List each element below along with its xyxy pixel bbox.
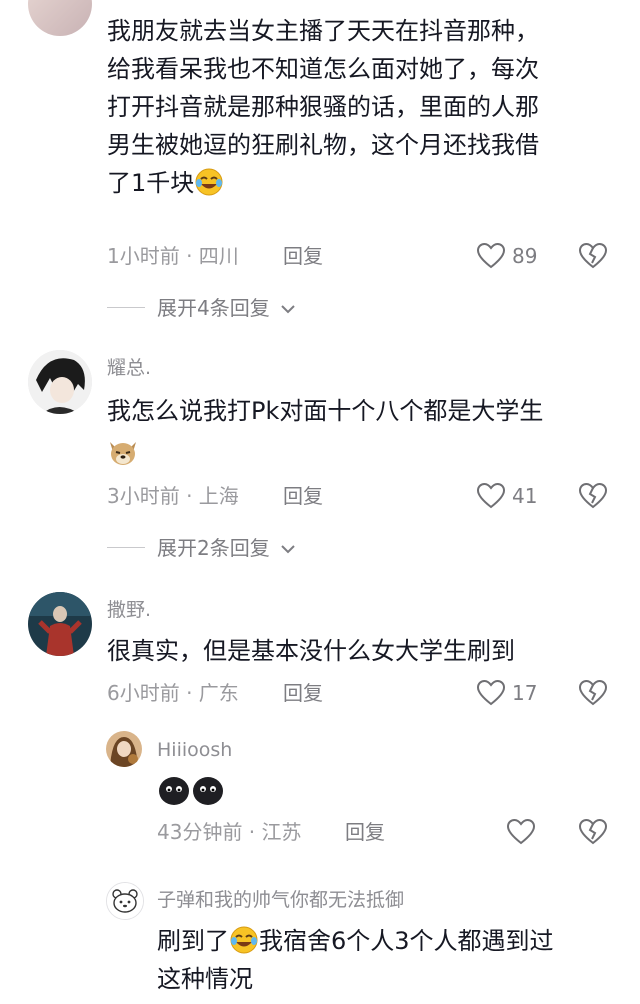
avatar-image: [106, 731, 142, 767]
reply-username[interactable]: 子弹和我的帅气你都无法抵御: [157, 888, 404, 912]
like-count: 89: [512, 244, 538, 268]
dislike-icon[interactable]: [578, 678, 608, 708]
expand-replies-button[interactable]: 展开2条回复: [157, 535, 296, 561]
reply-button[interactable]: 回复: [283, 243, 323, 269]
comment-username[interactable]: 撒野.: [107, 598, 151, 622]
divider-line: [107, 307, 145, 308]
dog-emoji-icon: [107, 436, 139, 468]
comment-line: 我朋友就去当女主播了天天在抖音那种，: [107, 17, 539, 45]
avatar-image: [28, 592, 92, 656]
avatar[interactable]: [106, 882, 144, 920]
reply-meta: 43分钟前 · 江苏: [157, 820, 302, 844]
comment-meta: 3小时前 · 上海: [107, 484, 239, 508]
chevron-down-icon: [281, 545, 295, 554]
chevron-down-icon: [281, 305, 295, 314]
heart-icon: [476, 482, 506, 509]
avatar-image: [28, 350, 92, 414]
reply-button[interactable]: 回复: [283, 483, 323, 509]
heart-icon[interactable]: [506, 817, 536, 847]
reply-line: 刷到了 我宿舍6个人3个人都遇到过: [157, 922, 627, 960]
comment-meta: 6小时前 · 广东: [107, 681, 239, 705]
reply-button[interactable]: 回复: [283, 680, 323, 706]
reply-text: 刷到了 我宿舍6个人3个人都遇到过 这种情况: [157, 922, 627, 998]
dislike-icon[interactable]: [578, 817, 608, 847]
like-count: 41: [512, 484, 538, 508]
divider-line: [107, 547, 145, 548]
like-button[interactable]: 17: [476, 678, 540, 708]
reply-username[interactable]: Hiiioosh: [157, 738, 232, 762]
like-button[interactable]: 41: [476, 481, 540, 511]
comment-line: 了1千块: [107, 164, 627, 202]
avatar[interactable]: [28, 0, 92, 36]
like-count: 17: [512, 681, 538, 705]
expand-replies-label: 展开4条回复: [157, 296, 270, 320]
reply-line: 这种情况: [157, 965, 253, 993]
avatar[interactable]: [106, 731, 142, 767]
reply-button[interactable]: 回复: [345, 819, 385, 845]
comment-text: 很真实，但是基本没什么女大学生刷到: [107, 637, 515, 665]
comment-username[interactable]: 耀总.: [107, 356, 151, 380]
comment-text: 我怎么说我打Pk对面十个八个都是大学生: [107, 397, 544, 425]
heart-icon: [476, 242, 506, 269]
avatar[interactable]: [28, 350, 92, 414]
dislike-icon[interactable]: [578, 481, 608, 511]
comment-line: 给我看呆我也不知道怎么面对她了，每次: [107, 55, 539, 83]
laugh-cry-icon: [229, 925, 259, 955]
comment-meta: 1小时前 · 四川: [107, 244, 239, 268]
dislike-icon[interactable]: [578, 241, 608, 271]
avatar[interactable]: [28, 592, 92, 656]
reply-text-after: 我宿舍6个人3个人都遇到过: [259, 927, 554, 955]
avatar-image: [107, 883, 143, 919]
expand-replies-label: 展开2条回复: [157, 536, 270, 560]
heart-icon: [476, 679, 506, 706]
comment-line: 男生被她逗的狂刷礼物，这个月还找我借: [107, 131, 539, 159]
comment-line: 打开抖音就是那种狠骚的话，里面的人那: [107, 93, 539, 121]
comment-text: 我朋友就去当女主播了天天在抖音那种， 给我看呆我也不知道怎么面对她了，每次 打开…: [107, 12, 627, 202]
laugh-cry-icon: [194, 167, 224, 197]
black-blob-emoji-icon: [157, 774, 227, 808]
like-button[interactable]: 89: [476, 241, 540, 271]
comment-line-text: 了1千块: [107, 169, 195, 197]
expand-replies-button[interactable]: 展开4条回复: [157, 295, 296, 321]
reply-text-before: 刷到了: [157, 927, 229, 955]
